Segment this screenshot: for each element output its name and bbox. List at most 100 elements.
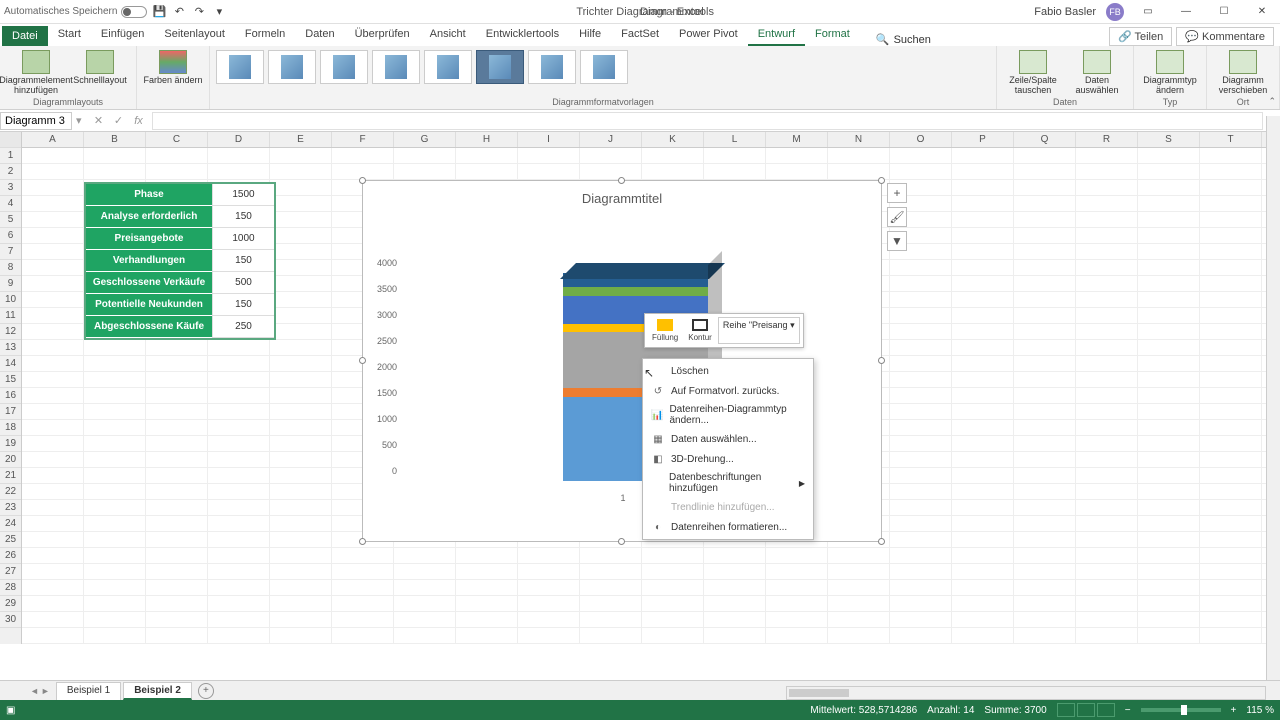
tab-file[interactable]: Datei [2, 26, 48, 46]
chart-style-3[interactable] [320, 50, 368, 84]
row-header[interactable]: 19 [0, 436, 21, 452]
col-header[interactable]: H [456, 132, 518, 147]
row-header[interactable]: 16 [0, 388, 21, 404]
sheet-prev-icon[interactable]: ◄ [30, 686, 39, 696]
row-header[interactable]: 6 [0, 228, 21, 244]
col-header[interactable]: K [642, 132, 704, 147]
change-chart-type-button[interactable]: Diagrammtyp ändern [1140, 50, 1200, 96]
col-header[interactable]: M [766, 132, 828, 147]
tab-entwicklertools[interactable]: Entwicklertools [476, 24, 569, 46]
table-value-cell[interactable]: 150 [212, 294, 274, 316]
row-header[interactable]: 28 [0, 580, 21, 596]
col-header[interactable]: T [1200, 132, 1262, 147]
share-button[interactable]: 🔗 Teilen [1109, 27, 1172, 46]
table-header-cell[interactable]: Verhandlungen [86, 250, 212, 272]
col-header[interactable]: O [890, 132, 952, 147]
row-header[interactable]: 15 [0, 372, 21, 388]
col-header[interactable]: L [704, 132, 766, 147]
chart-style-7[interactable] [528, 50, 576, 84]
zoom-slider[interactable] [1141, 708, 1221, 712]
tab-entwurf[interactable]: Entwurf [748, 24, 805, 46]
page-layout-icon[interactable] [1077, 703, 1095, 717]
change-colors-button[interactable]: Farben ändern [143, 50, 203, 86]
context-menu-item[interactable]: Datenbeschriftungen hinzufügen▶ [643, 469, 813, 497]
context-menu-item[interactable]: ▦Daten auswählen... [643, 429, 813, 449]
row-header[interactable]: 1 [0, 148, 21, 164]
row-header[interactable]: 17 [0, 404, 21, 420]
switch-row-col-button[interactable]: Zeile/Spalte tauschen [1003, 50, 1063, 96]
col-header[interactable]: F [332, 132, 394, 147]
col-header[interactable]: E [270, 132, 332, 147]
table-value-cell[interactable]: 1500 [212, 184, 274, 206]
row-header[interactable]: 3 [0, 180, 21, 196]
tab-hilfe[interactable]: Hilfe [569, 24, 611, 46]
tab-start[interactable]: Start [48, 24, 91, 46]
fx-icon[interactable]: fx [130, 112, 148, 130]
row-header[interactable]: 12 [0, 324, 21, 340]
comments-button[interactable]: 💬 Kommentare [1176, 27, 1274, 46]
tab-factset[interactable]: FactSet [611, 24, 669, 46]
chart-style-5[interactable] [424, 50, 472, 84]
page-break-icon[interactable] [1097, 703, 1115, 717]
redo-icon[interactable]: ↷ [191, 4, 207, 20]
select-data-button[interactable]: Daten auswählen [1067, 50, 1127, 96]
enter-icon[interactable]: ✓ [110, 112, 128, 130]
col-header[interactable]: B [84, 132, 146, 147]
quick-layout-button[interactable]: Schnelllayout [70, 50, 130, 96]
record-macro-icon[interactable]: ▣ [6, 705, 15, 716]
tab-ansicht[interactable]: Ansicht [420, 24, 476, 46]
search-label[interactable]: Suchen [894, 34, 931, 46]
row-header[interactable]: 13 [0, 340, 21, 356]
table-header-cell[interactable]: Potentielle Neukunden [86, 294, 212, 316]
tab-formeln[interactable]: Formeln [235, 24, 295, 46]
vertical-scrollbar[interactable] [1266, 116, 1280, 680]
table-value-cell[interactable]: 1000 [212, 228, 274, 250]
chart-styles-icon[interactable]: 🖌 [887, 207, 907, 227]
row-header[interactable]: 18 [0, 420, 21, 436]
normal-view-icon[interactable] [1057, 703, 1075, 717]
fill-button[interactable]: Füllung [648, 317, 682, 344]
col-header[interactable]: A [22, 132, 84, 147]
row-header[interactable]: 14 [0, 356, 21, 372]
chart-style-4[interactable] [372, 50, 420, 84]
ribbon-options-icon[interactable]: ▭ [1134, 3, 1162, 21]
cancel-icon[interactable]: ✕ [90, 112, 108, 130]
tab-seitenlayout[interactable]: Seitenlayout [154, 24, 235, 46]
zoom-level[interactable]: 115 % [1246, 705, 1274, 716]
col-header[interactable]: G [394, 132, 456, 147]
col-header[interactable]: I [518, 132, 580, 147]
qat-dropdown-icon[interactable]: ▾ [211, 4, 227, 20]
col-header[interactable]: Q [1014, 132, 1076, 147]
chart-style-1[interactable] [216, 50, 264, 84]
row-header[interactable]: 9 [0, 276, 21, 292]
row-header[interactable]: 30 [0, 612, 21, 628]
move-chart-button[interactable]: Diagramm verschieben [1213, 50, 1273, 96]
row-header[interactable]: 25 [0, 532, 21, 548]
row-header[interactable]: 26 [0, 548, 21, 564]
context-menu-item[interactable]: Löschen [643, 361, 813, 381]
chart-filter-icon[interactable]: ▼ [887, 231, 907, 251]
col-header[interactable]: S [1138, 132, 1200, 147]
row-header[interactable]: 21 [0, 468, 21, 484]
table-value-cell[interactable]: 150 [212, 250, 274, 272]
chart-elements-icon[interactable]: + [887, 183, 907, 203]
minimize-icon[interactable]: — [1172, 3, 1200, 21]
zoom-in-icon[interactable]: + [1231, 705, 1237, 716]
context-menu-item[interactable]: 📊Datenreihen-Diagrammtyp ändern... [643, 401, 813, 429]
context-menu-item[interactable]: ◐Datenreihen formatieren... [643, 517, 813, 537]
row-header[interactable]: 23 [0, 500, 21, 516]
save-icon[interactable]: 💾 [151, 4, 167, 20]
table-value-cell[interactable]: 150 [212, 206, 274, 228]
col-header[interactable]: C [146, 132, 208, 147]
row-header[interactable]: 27 [0, 564, 21, 580]
table-header-cell[interactable]: Analyse erforderlich [86, 206, 212, 228]
undo-icon[interactable]: ↶ [171, 4, 187, 20]
table-header-cell[interactable]: Phase [86, 184, 212, 206]
series-dropdown[interactable]: Reihe "Preisang ▾ [718, 317, 800, 344]
table-header-cell[interactable]: Geschlossene Verkäufe [86, 272, 212, 294]
context-menu-item[interactable]: ↺Auf Formatvorl. zurücks. [643, 381, 813, 401]
table-header-cell[interactable]: Abgeschlossene Käufe [86, 316, 212, 338]
name-box[interactable] [0, 112, 72, 130]
row-header[interactable]: 11 [0, 308, 21, 324]
row-header[interactable]: 7 [0, 244, 21, 260]
